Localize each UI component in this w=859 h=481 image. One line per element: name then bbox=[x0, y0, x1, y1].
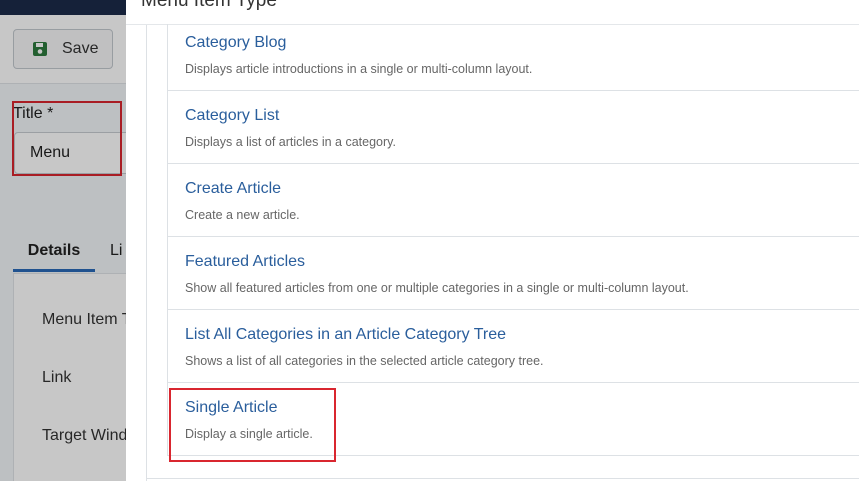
list-item-description: Shows a list of all categories in the se… bbox=[185, 354, 544, 368]
list-item-category-blog[interactable]: Category Blog Displays article introduct… bbox=[168, 24, 859, 91]
list-item-description: Displays article introductions in a sing… bbox=[185, 62, 533, 76]
list-item-description: Displays a list of articles in a categor… bbox=[185, 135, 396, 149]
single-article-highlight-box bbox=[169, 388, 336, 462]
list-item-create-article[interactable]: Create Article Create a new article. bbox=[168, 164, 859, 237]
list-item-description: Create a new article. bbox=[185, 208, 300, 222]
list-item-title[interactable]: Featured Articles bbox=[185, 253, 305, 271]
list-item-list-all-categories[interactable]: List All Categories in an Article Catego… bbox=[168, 310, 859, 383]
list-item-description: Show all featured articles from one or m… bbox=[185, 281, 689, 295]
list-item-title[interactable]: Category List bbox=[185, 107, 279, 125]
modal-title: Menu Item Type bbox=[141, 0, 277, 11]
screen: Save Title * Menu Details Li Menu Item T… bbox=[0, 0, 859, 481]
list-item-category-list[interactable]: Category List Displays a list of article… bbox=[168, 91, 859, 164]
list-container-border bbox=[146, 25, 147, 481]
list-item-title[interactable]: List All Categories in an Article Catego… bbox=[185, 326, 506, 344]
list-item-featured-articles[interactable]: Featured Articles Show all featured arti… bbox=[168, 237, 859, 310]
list-bottom-border bbox=[146, 478, 859, 479]
list-item-title[interactable]: Category Blog bbox=[185, 34, 286, 52]
list-item-title[interactable]: Create Article bbox=[185, 180, 281, 198]
